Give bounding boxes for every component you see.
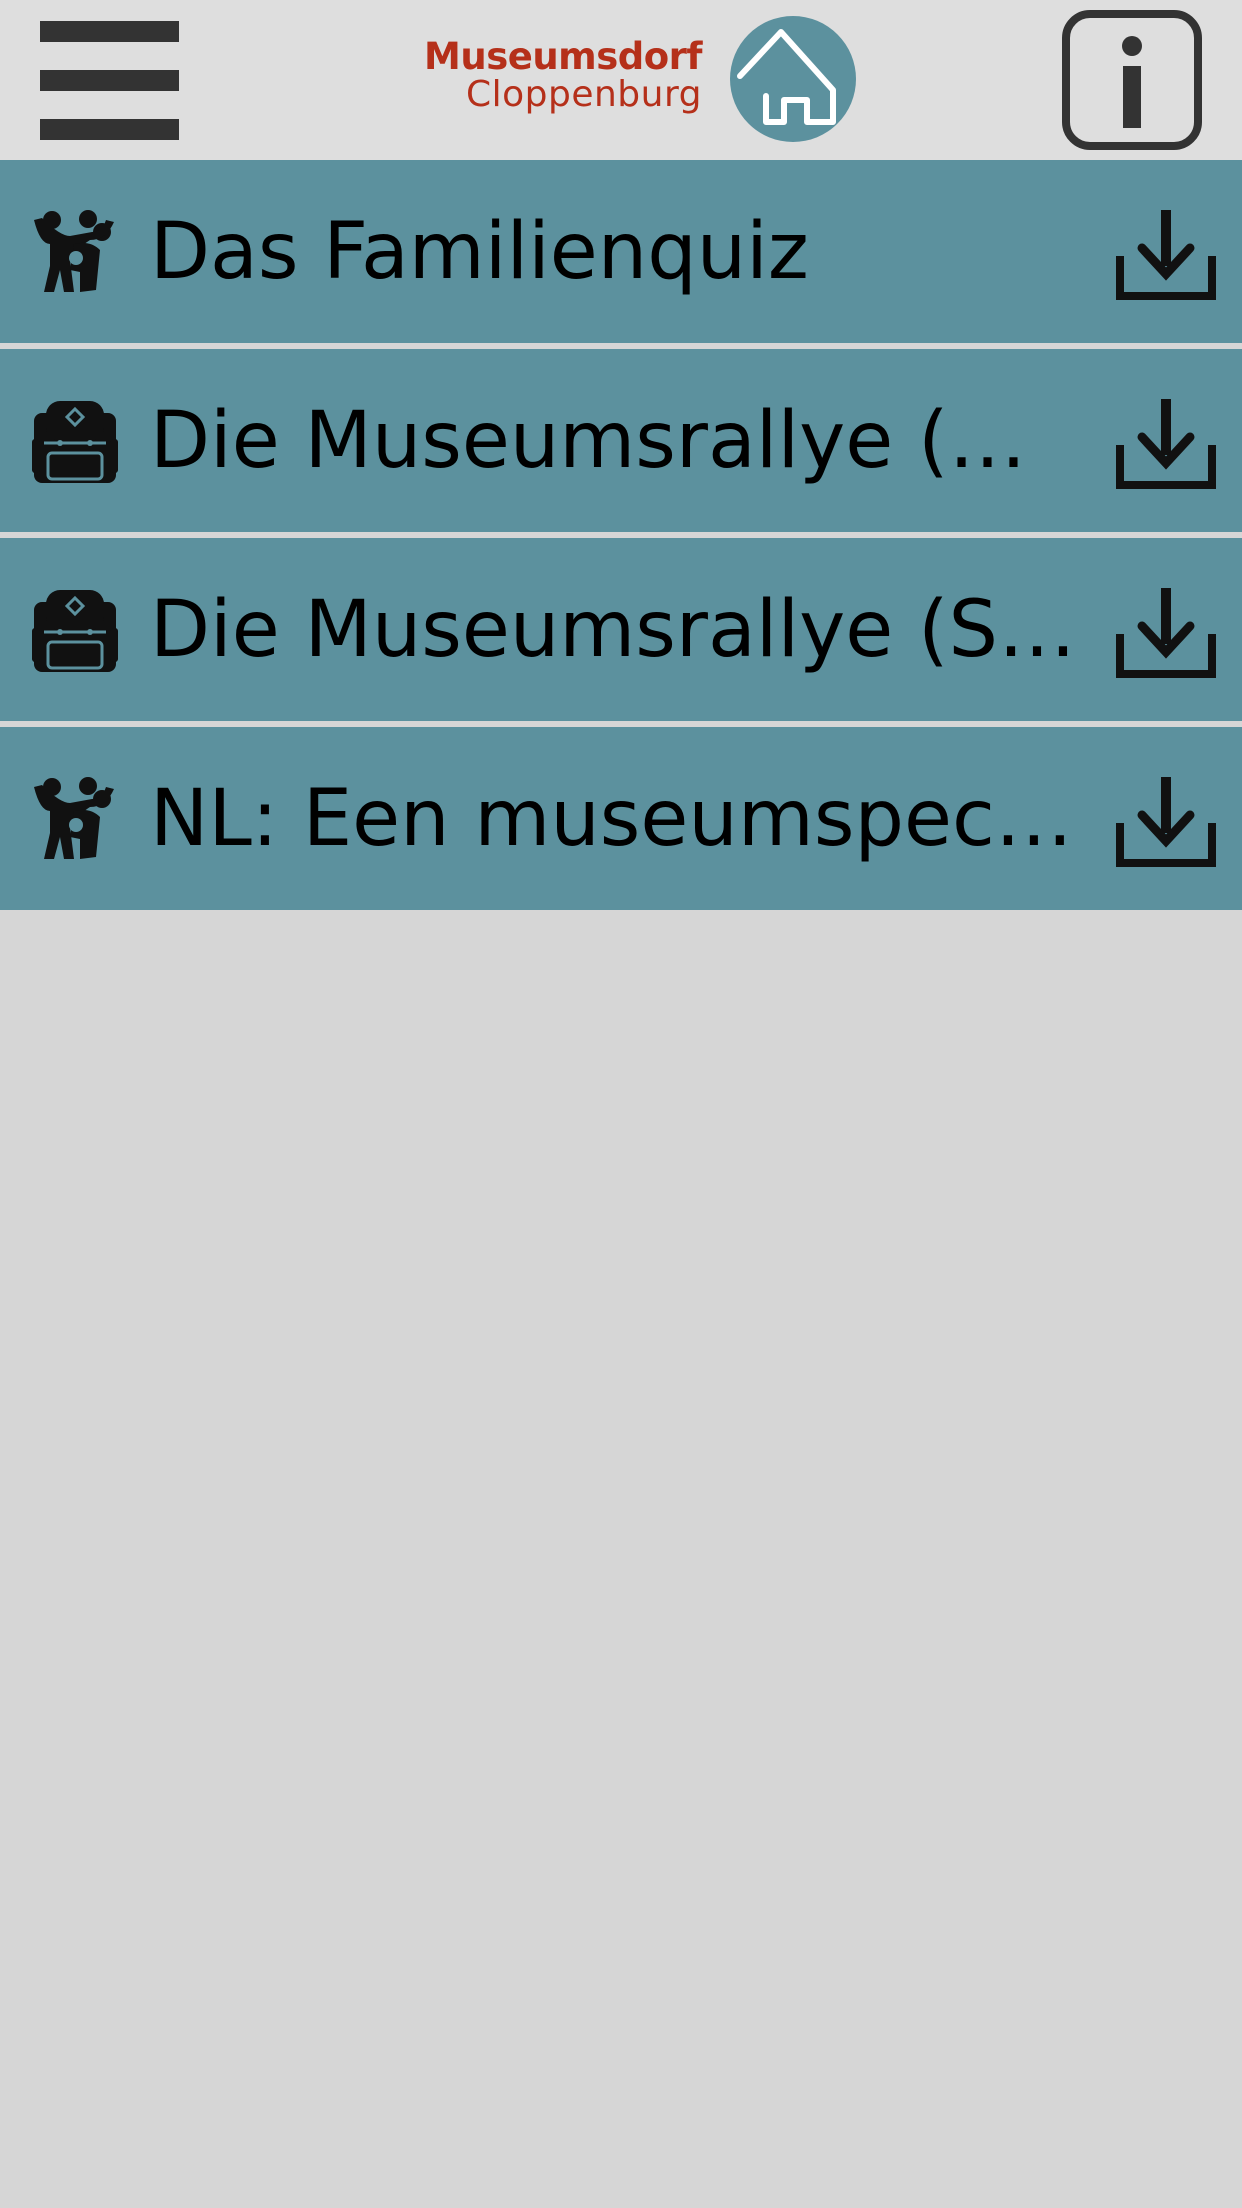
download-button[interactable] xyxy=(1116,210,1216,300)
family-icon xyxy=(34,210,114,292)
tour-title: NL: Een museumspeci… xyxy=(150,774,1080,864)
logo-line-museumsdorf: Museumsdorf xyxy=(424,35,702,78)
menu-button[interactable] xyxy=(40,20,180,142)
tour-list-item[interactable]: Die Museumsrallye (Gr… xyxy=(0,349,1242,532)
logo-text: Museumsdorf Cloppenburg xyxy=(424,38,702,113)
tour-title: Die Museumsrallye (Gr… xyxy=(150,396,1080,486)
family-icon xyxy=(34,777,114,859)
download-button[interactable] xyxy=(1116,399,1216,489)
tour-title: Die Museumsrallye (Se… xyxy=(150,585,1080,675)
info-button[interactable] xyxy=(1062,10,1202,150)
download-icon xyxy=(1116,588,1216,678)
tour-list-item[interactable]: Die Museumsrallye (Se… xyxy=(0,538,1242,721)
logo-line-cloppenburg: Cloppenburg xyxy=(465,74,702,115)
app-header: Museumsdorf Cloppenburg xyxy=(0,0,1242,160)
tour-list-item[interactable]: Das Familienquiz xyxy=(0,160,1242,343)
download-button[interactable] xyxy=(1116,777,1216,867)
tour-list: Das Familienquiz Die Museumsrallye (Gr… xyxy=(0,160,1242,916)
download-button[interactable] xyxy=(1116,588,1216,678)
download-icon xyxy=(1116,210,1216,300)
download-icon xyxy=(1116,777,1216,867)
tour-list-item[interactable]: NL: Een museumspeci… xyxy=(0,727,1242,910)
backpack-icon xyxy=(32,401,118,483)
download-icon xyxy=(1116,399,1216,489)
home-icon xyxy=(730,16,856,142)
backpack-icon xyxy=(32,590,118,672)
tour-title: Das Familienquiz xyxy=(150,207,809,297)
museum-logo[interactable]: Museumsdorf Cloppenburg xyxy=(400,16,870,146)
info-icon xyxy=(1062,10,1202,150)
